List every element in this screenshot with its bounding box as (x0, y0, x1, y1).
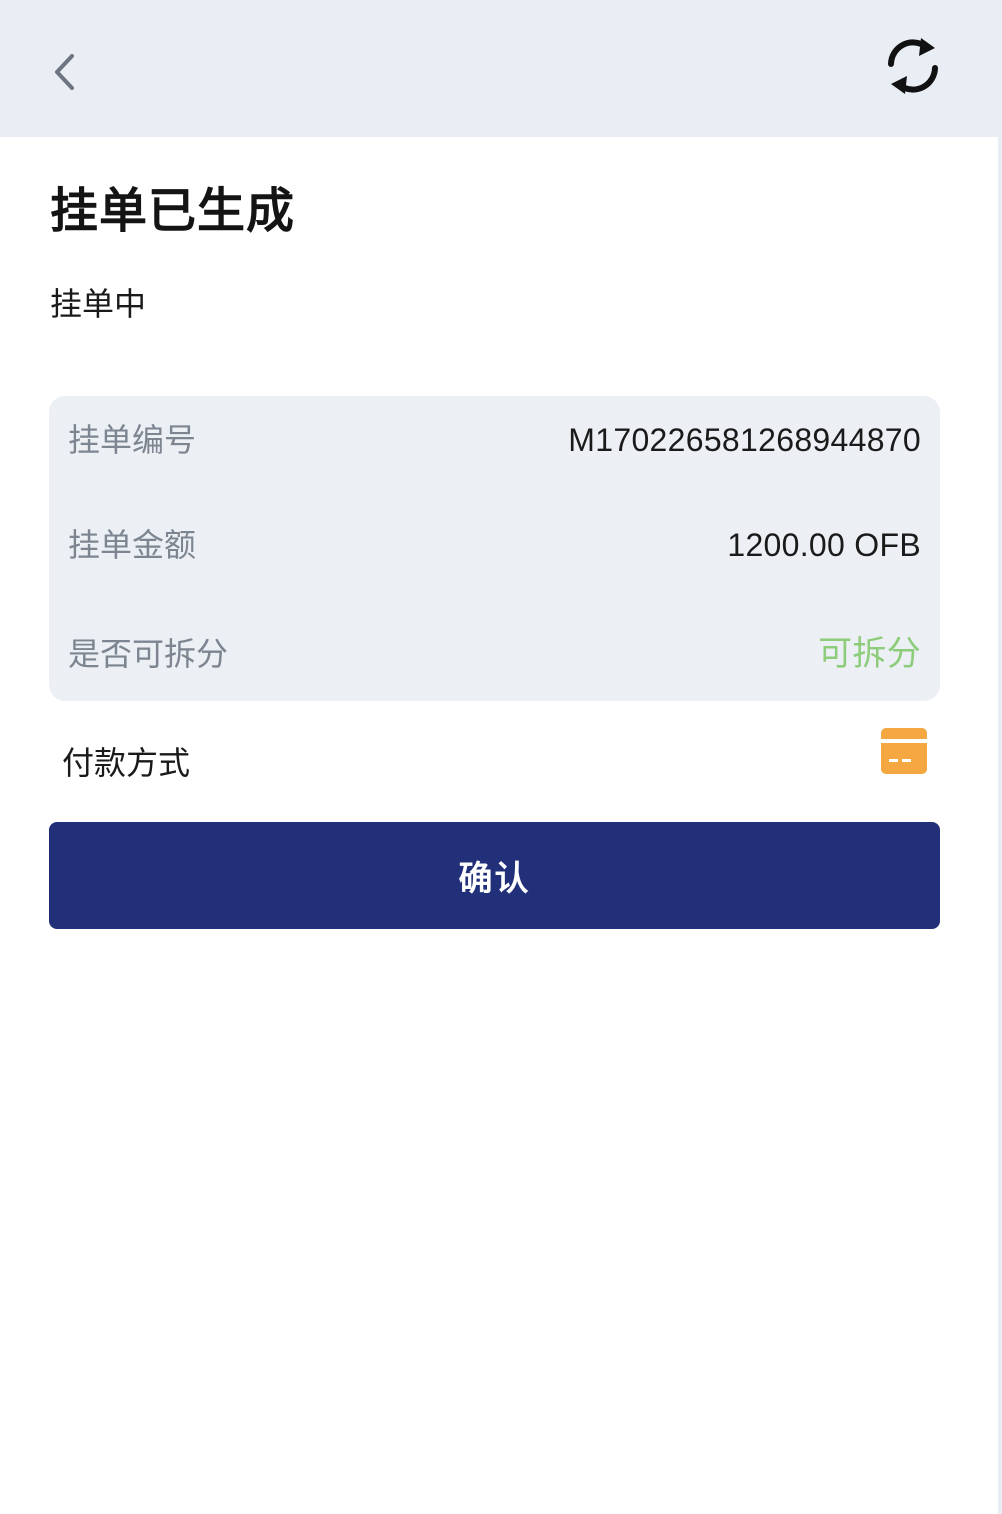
chevron-left-icon (55, 54, 74, 90)
top-bar (0, 0, 1002, 137)
page-title: 挂单已生成 (50, 183, 296, 239)
back-button[interactable] (40, 44, 90, 100)
order-number-value: M170226581268944870 (568, 422, 921, 458)
order-amount-label: 挂单金额 (68, 526, 197, 564)
splittable-value: 可拆分 (818, 634, 921, 674)
splittable-label: 是否可拆分 (68, 635, 229, 673)
refresh-icon (888, 38, 938, 94)
order-number-row: 挂单编号 M170226581268944870 (49, 410, 940, 470)
payment-method-button[interactable] (880, 727, 928, 775)
splittable-row: 是否可拆分 可拆分 (49, 624, 940, 684)
order-info-card: 挂单编号 M170226581268944870 挂单金额 1200.00 OF… (49, 396, 940, 701)
order-amount-row: 挂单金额 1200.00 OFB (49, 515, 940, 575)
bank-card-icon (881, 728, 927, 774)
order-number-label: 挂单编号 (68, 421, 197, 459)
order-status: 挂单中 (50, 285, 147, 323)
scroll-edge (998, 0, 1002, 1514)
confirm-button[interactable]: 确认 (49, 822, 940, 929)
payment-method-label: 付款方式 (62, 744, 191, 782)
refresh-button[interactable] (878, 34, 948, 98)
order-amount-value: 1200.00 OFB (727, 527, 921, 563)
